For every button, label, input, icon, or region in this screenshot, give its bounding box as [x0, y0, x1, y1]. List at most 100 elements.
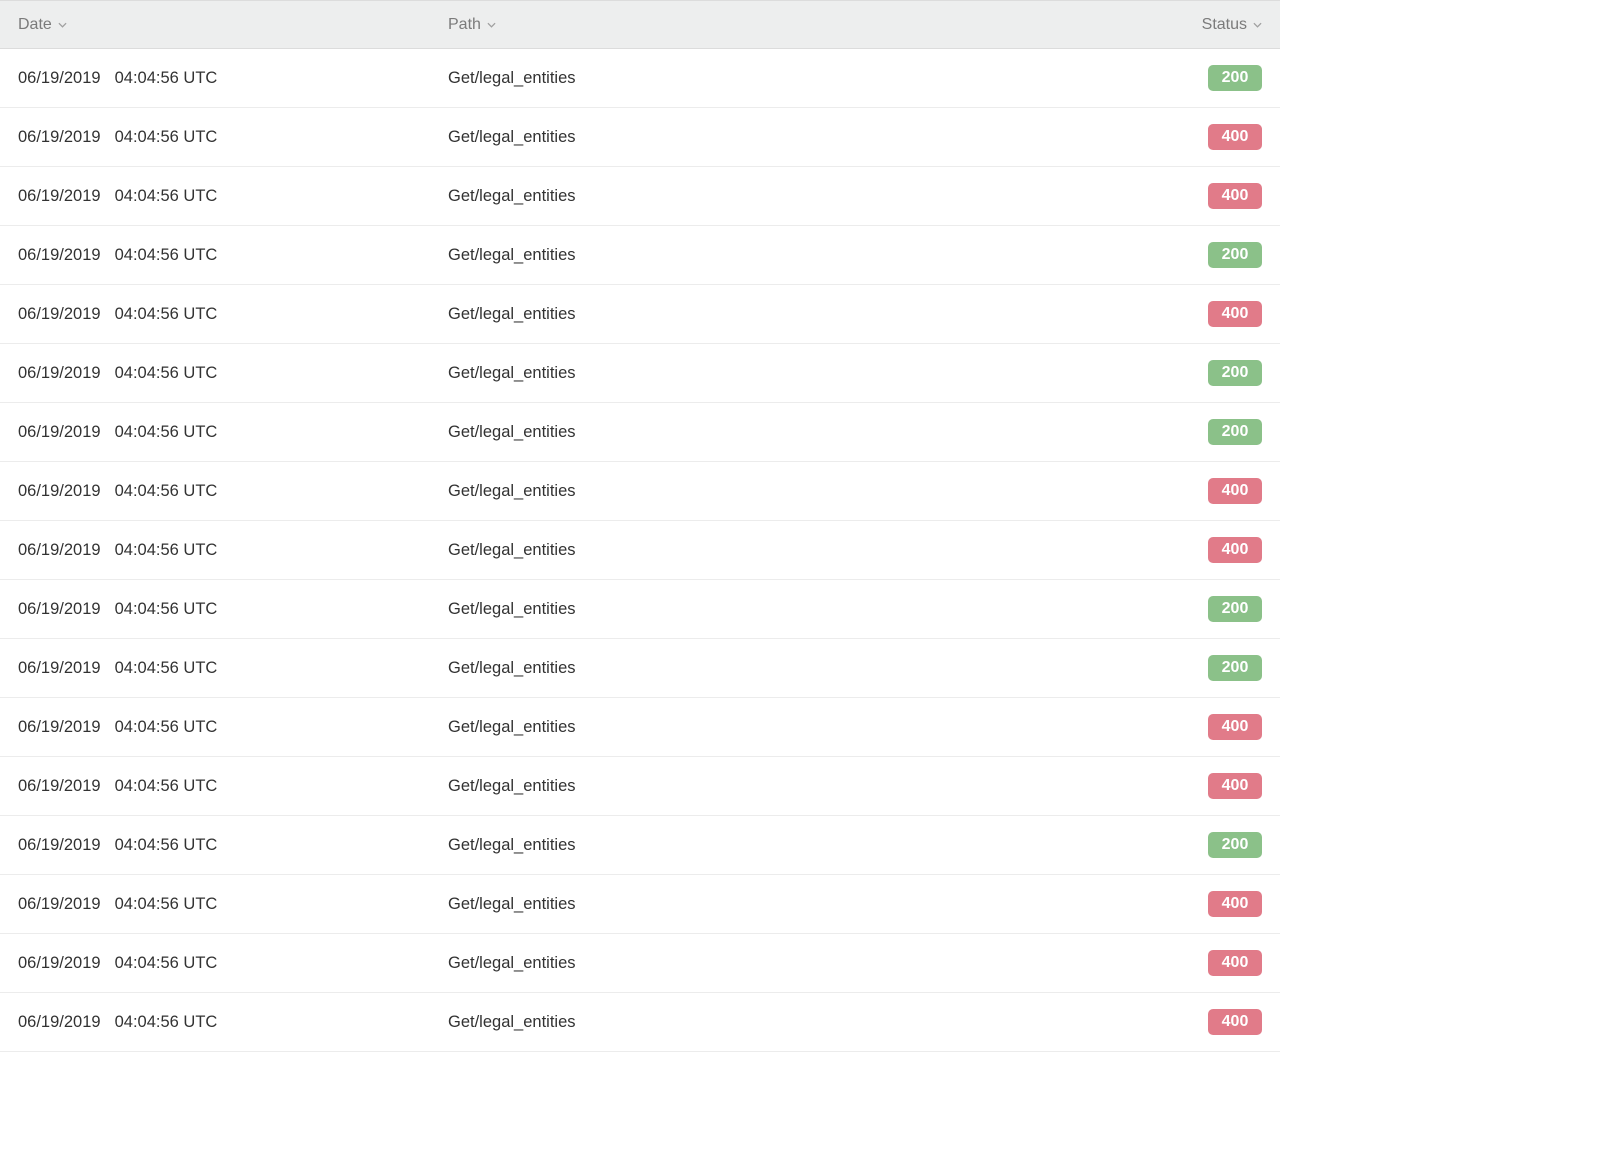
table-body: 06/19/2019 04:04:56 UTC Get/legal_entities…	[0, 49, 1280, 1052]
date-value: 06/19/2019	[18, 659, 101, 678]
column-header-path[interactable]: Path	[430, 1, 1170, 49]
time-value: 04:04:56 UTC	[115, 187, 218, 206]
cell-date: 06/19/2019 04:04:56 UTC	[0, 757, 430, 816]
cell-status: 200	[1170, 344, 1280, 403]
cell-path: Get/legal_entities	[430, 403, 1170, 462]
cell-date: 06/19/201904:04:56 UTC	[0, 934, 430, 993]
cell-path: Get/legal_entities	[430, 639, 1170, 698]
date-value: 06/19/2019	[18, 69, 101, 88]
date-value: 06/19/2019	[18, 777, 101, 796]
cell-status: 400	[1170, 875, 1280, 934]
cell-date: 06/19/2019 04:04:56 UTC	[0, 462, 430, 521]
cell-status: 400	[1170, 285, 1280, 344]
cell-path: Get/legal_entities	[430, 934, 1170, 993]
cell-status: 200	[1170, 580, 1280, 639]
column-header-status-label: Status	[1202, 16, 1247, 34]
table-row[interactable]: 06/19/201904:04:56 UTCGet/legal_entities…	[0, 344, 1280, 403]
date-value: 06/19/2019	[18, 128, 101, 147]
date-value: 06/19/2019	[18, 364, 101, 383]
time-value: 04:04:56 UTC	[115, 659, 218, 678]
date-value: 06/19/2019	[18, 305, 101, 324]
cell-status: 400	[1170, 108, 1280, 167]
date-value: 06/19/2019	[18, 836, 101, 855]
time-value: 04:04:56 UTC	[115, 364, 218, 383]
table-row[interactable]: 06/19/2019 04:04:56 UTC Get/legal_entities…	[0, 462, 1280, 521]
cell-path: Get/legal_entities	[430, 285, 1170, 344]
table-row[interactable]: 06/19/2019 04:04:56 UTC Get/legal_entities…	[0, 757, 1280, 816]
chevron-down-icon	[487, 22, 496, 29]
cell-status: 400	[1170, 521, 1280, 580]
cell-status: 400	[1170, 698, 1280, 757]
table-row[interactable]: 06/19/2019 04:04:56 UTC Get/legal_entities…	[0, 639, 1280, 698]
chevron-down-icon	[1253, 22, 1262, 29]
date-value: 06/19/2019	[18, 187, 101, 206]
time-value: 04:04:56 UTC	[115, 541, 218, 560]
table-row[interactable]: 06/19/201904:04:56 UTCGet/legal_entities…	[0, 934, 1280, 993]
date-value: 06/19/2019	[18, 246, 101, 265]
time-value: 04:04:56 UTC	[115, 600, 218, 619]
status-badge: 200	[1208, 360, 1262, 386]
column-header-date-label: Date	[18, 16, 52, 34]
table-row[interactable]: 06/19/201904:04:56 UTCGet/legal_entities…	[0, 875, 1280, 934]
cell-date: 06/19/201904:04:56 UTC	[0, 993, 430, 1052]
status-badge: 200	[1208, 655, 1262, 681]
time-value: 04:04:56 UTC	[115, 718, 218, 737]
cell-date: 06/19/2019 04:04:56 UTC	[0, 344, 430, 403]
cell-date: 06/19/2019 04:04:56 UTC	[0, 167, 430, 226]
cell-date: 06/19/201904:04:56 UTC	[0, 580, 430, 639]
cell-path: Get/legal_entities	[430, 580, 1170, 639]
status-badge: 400	[1208, 183, 1262, 209]
column-header-path-label: Path	[448, 16, 481, 34]
table-row[interactable]: 06/19/201904:04:56 UTCGet/legal_entities…	[0, 993, 1280, 1052]
time-value: 04:04:56 UTC	[115, 305, 218, 324]
cell-date: 06/19/2019 04:04:56 UTC	[0, 698, 430, 757]
time-value: 04:04:56 UTC	[115, 777, 218, 796]
table-row[interactable]: 06/19/201904:04:56 UTCGet/legal_entities…	[0, 816, 1280, 875]
table-row[interactable]: 06/19/201904:04:56 UTCGet/legal_entities…	[0, 521, 1280, 580]
status-badge: 400	[1208, 891, 1262, 917]
cell-status: 400	[1170, 757, 1280, 816]
logs-table: Date Path Status	[0, 0, 1280, 1052]
date-value: 06/19/2019	[18, 482, 101, 501]
cell-date: 06/19/201904:04:56 UTC	[0, 226, 430, 285]
date-value: 06/19/2019	[18, 895, 101, 914]
time-value: 04:04:56 UTC	[115, 954, 218, 973]
table-row[interactable]: 06/19/201904:04:56 UTCGet/legal_entities…	[0, 698, 1280, 757]
cell-path: Get/legal_entities	[430, 49, 1170, 108]
status-badge: 400	[1208, 478, 1262, 504]
table-row[interactable]: 06/19/201904:04:56 UTCGet/legal_entities…	[0, 226, 1280, 285]
cell-status: 400	[1170, 462, 1280, 521]
table-row[interactable]: 06/19/201904:04:56 UTCGet/legal_entities…	[0, 167, 1280, 226]
chevron-down-icon	[58, 22, 67, 29]
status-badge: 400	[1208, 714, 1262, 740]
cell-date: 06/19/2019 04:04:56 UTC	[0, 285, 430, 344]
status-badge: 400	[1208, 124, 1262, 150]
status-badge: 400	[1208, 773, 1262, 799]
cell-path: Get/legal_entities	[430, 757, 1170, 816]
cell-date: 06/19/2019 04:04:56 UTC	[0, 816, 430, 875]
table-header-row: Date Path Status	[0, 1, 1280, 49]
status-badge: 400	[1208, 537, 1262, 563]
cell-path: Get/legal_entities	[430, 226, 1170, 285]
status-badge: 400	[1208, 301, 1262, 327]
status-badge: 200	[1208, 596, 1262, 622]
cell-path: Get/legal_entities	[430, 875, 1170, 934]
cell-status: 400	[1170, 993, 1280, 1052]
date-value: 06/19/2019	[18, 718, 101, 737]
cell-status: 200	[1170, 226, 1280, 285]
column-header-date[interactable]: Date	[0, 1, 430, 49]
column-header-status[interactable]: Status	[1170, 1, 1280, 49]
date-value: 06/19/2019	[18, 423, 101, 442]
status-badge: 200	[1208, 419, 1262, 445]
table-row[interactable]: 06/19/201904:04:56 UTCGet/legal_entities…	[0, 580, 1280, 639]
time-value: 04:04:56 UTC	[115, 482, 218, 501]
cell-path: Get/legal_entities	[430, 462, 1170, 521]
table-row[interactable]: 06/19/201904:04:56 UTCGet/legal_entities…	[0, 49, 1280, 108]
table-row[interactable]: 06/19/2019 04:04:56 UTC Get/legal_entities…	[0, 285, 1280, 344]
date-value: 06/19/2019	[18, 1013, 101, 1032]
cell-date: 06/19/201904:04:56 UTC	[0, 49, 430, 108]
table-row[interactable]: 06/19/201904:04:56 UTCGet/legal_entities…	[0, 403, 1280, 462]
cell-status: 200	[1170, 816, 1280, 875]
time-value: 04:04:56 UTC	[115, 836, 218, 855]
table-row[interactable]: 06/19/201904:04:56 UTCGet/legal_entities…	[0, 108, 1280, 167]
